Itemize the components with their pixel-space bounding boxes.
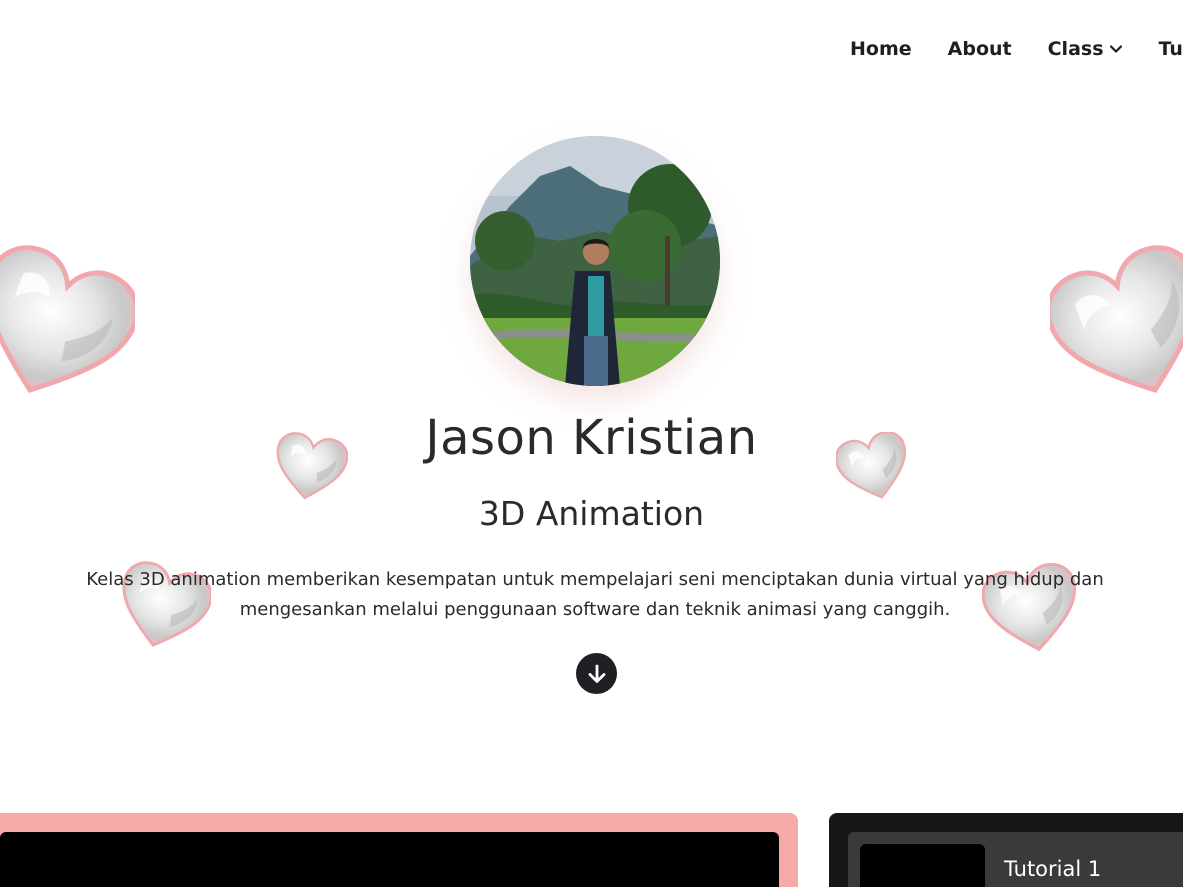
nav-home-label: Home — [850, 38, 912, 60]
page: Home About Class Tutorial — [0, 0, 1183, 887]
heart-decoration-icon — [1050, 238, 1183, 418]
heart-decoration-icon — [0, 238, 135, 418]
video-player[interactable] — [0, 832, 779, 887]
main-nav: Home About Class Tutorial — [850, 38, 1183, 60]
chevron-down-icon — [1109, 45, 1122, 53]
arrow-down-icon — [588, 664, 605, 683]
nav-tutorial[interactable]: Tutorial — [1159, 38, 1183, 60]
tutorial-thumbnail — [860, 844, 985, 887]
nav-class-dropdown[interactable]: Class — [1048, 38, 1123, 60]
nav-about-label: About — [947, 38, 1012, 60]
scroll-down-button[interactable] — [576, 653, 617, 694]
nav-about[interactable]: About — [948, 38, 1012, 60]
nav-tutorial-label: Tutorial — [1158, 38, 1183, 60]
class-title: 3D Animation — [478, 494, 705, 533]
avatar — [470, 136, 720, 386]
tutorial-title: Tutorial 1 — [1004, 857, 1102, 881]
profile-name: Jason Kristian — [425, 410, 758, 466]
profile-photo — [470, 136, 720, 386]
nav-class-label: Class — [1047, 38, 1104, 60]
class-description: Kelas 3D animation memberikan kesempatan… — [86, 569, 1104, 620]
nav-home[interactable]: Home — [850, 38, 912, 60]
